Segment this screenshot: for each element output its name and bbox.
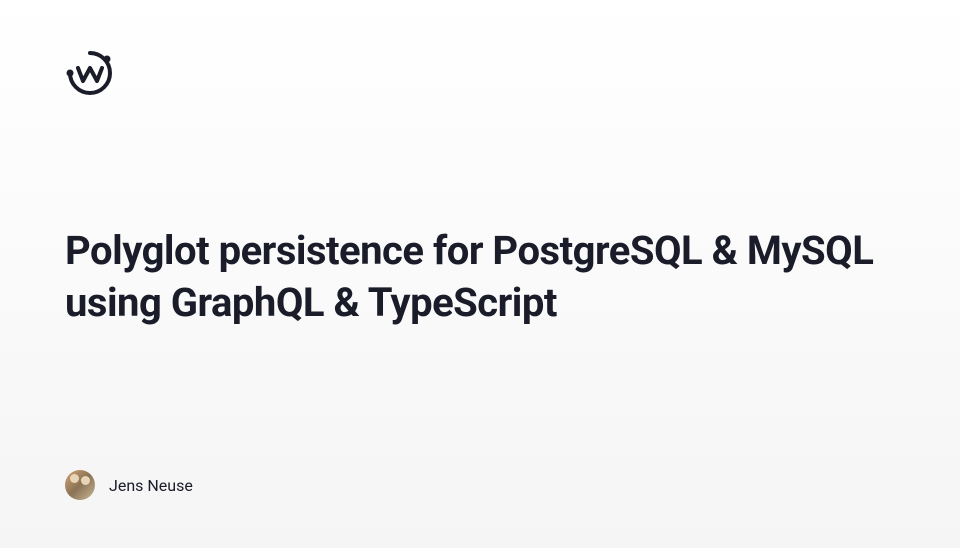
author-name: Jens Neuse xyxy=(109,476,193,495)
wundergraph-logo-icon xyxy=(65,48,115,98)
page-title: Polyglot persistence for PostgreSQL & My… xyxy=(65,225,895,329)
logo xyxy=(65,48,115,98)
author-section: Jens Neuse xyxy=(65,470,193,500)
author-avatar xyxy=(65,470,95,500)
